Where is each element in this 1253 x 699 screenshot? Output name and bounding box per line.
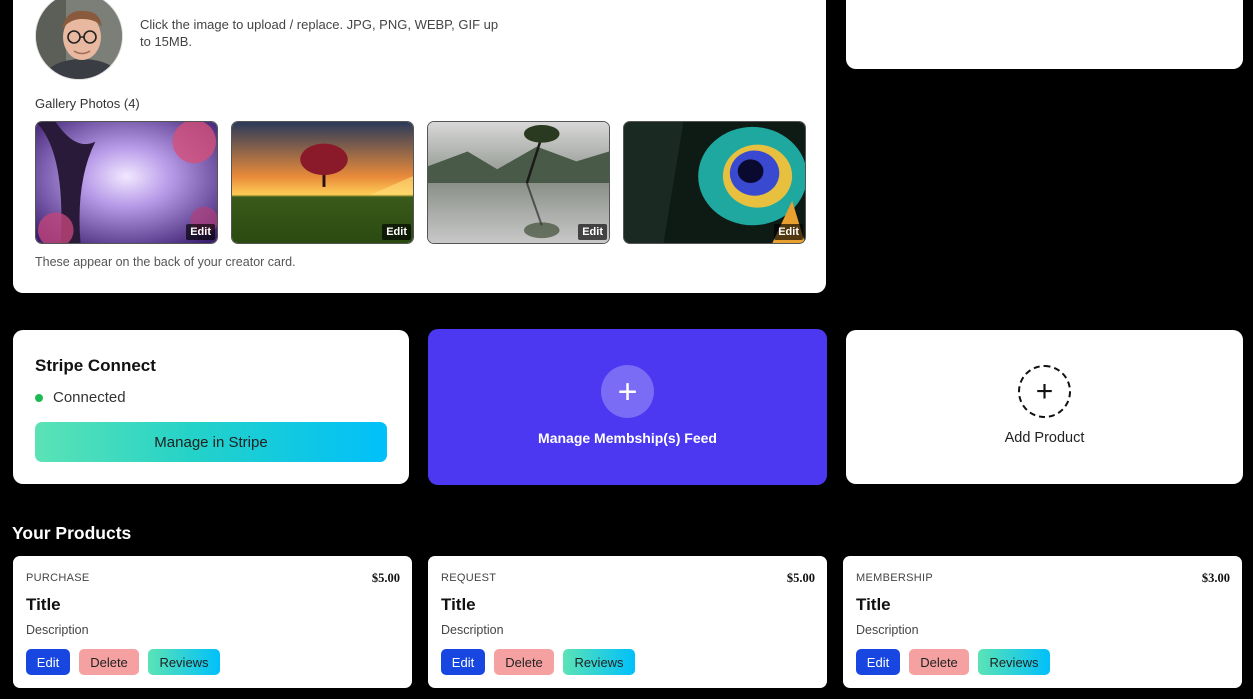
- product-price: $5.00: [786, 571, 815, 585]
- stripe-title: Stripe Connect: [35, 356, 156, 375]
- product-actions: Edit Delete Reviews: [26, 649, 220, 675]
- add-product-label: Add Product: [1004, 430, 1085, 446]
- reviews-button[interactable]: Reviews: [563, 649, 635, 675]
- gallery-edit-button[interactable]: Edit: [774, 224, 803, 240]
- stripe-connect-card: Stripe Connect Connected Manage in Strip…: [13, 330, 409, 484]
- product-price: $5.00: [371, 571, 400, 585]
- product-title: Title: [26, 595, 61, 614]
- gallery-edit-button[interactable]: Edit: [186, 224, 215, 240]
- status-text: Connected: [53, 389, 126, 406]
- gallery-title: Gallery Photos (4): [35, 96, 140, 111]
- product-actions: Edit Delete Reviews: [856, 649, 1050, 675]
- product-type: REQUEST: [441, 572, 497, 584]
- product-description: Description: [26, 623, 89, 637]
- delete-product-button[interactable]: Delete: [79, 649, 139, 675]
- manage-membership-label: Manage Membship(s) Feed: [538, 430, 717, 446]
- gallery-photo-fantasy-forest[interactable]: Edit: [35, 121, 218, 244]
- gallery-note: These appear on the back of your creator…: [35, 255, 296, 269]
- product-description: Description: [856, 623, 919, 637]
- product-card: MEMBERSHIP $3.00 Title Description Edit …: [843, 556, 1242, 688]
- product-card: PURCHASE $5.00 Title Description Edit De…: [13, 556, 412, 688]
- gallery-photo-lake-tree[interactable]: Edit: [427, 121, 610, 244]
- product-title: Title: [856, 595, 891, 614]
- manage-in-stripe-button[interactable]: Manage in Stripe: [35, 422, 387, 462]
- product-card: REQUEST $5.00 Title Description Edit Del…: [428, 556, 827, 688]
- product-description: Description: [441, 623, 504, 637]
- product-type: MEMBERSHIP: [856, 572, 933, 584]
- manage-membership-feed-card[interactable]: + Manage Membship(s) Feed: [428, 329, 827, 485]
- side-card: [846, 0, 1243, 69]
- gallery-edit-button[interactable]: Edit: [382, 224, 411, 240]
- delete-product-button[interactable]: Delete: [909, 649, 969, 675]
- gallery-edit-button[interactable]: Edit: [578, 224, 607, 240]
- plus-icon: +: [601, 365, 654, 418]
- add-product-card[interactable]: + Add Product: [846, 330, 1243, 484]
- gallery-photo-peacock-feather[interactable]: Edit: [623, 121, 806, 244]
- plus-circle-dashed-icon: +: [1018, 365, 1071, 418]
- products-section-title: Your Products: [12, 523, 132, 543]
- edit-product-button[interactable]: Edit: [856, 649, 900, 675]
- edit-product-button[interactable]: Edit: [441, 649, 485, 675]
- product-price: $3.00: [1201, 571, 1230, 585]
- product-title: Title: [441, 595, 476, 614]
- connection-status: Connected: [35, 389, 126, 406]
- profile-media-card: Click the image to upload / replace. JPG…: [13, 0, 826, 293]
- avatar-image: [36, 0, 122, 79]
- profile-avatar-upload[interactable]: [35, 0, 123, 80]
- gallery-grid: Edit Edit Edit Edit: [35, 121, 806, 244]
- status-dot-icon: [35, 393, 43, 402]
- product-type: PURCHASE: [26, 572, 90, 584]
- reviews-button[interactable]: Reviews: [978, 649, 1050, 675]
- upload-hint-text: Click the image to upload / replace. JPG…: [140, 17, 499, 49]
- reviews-button[interactable]: Reviews: [148, 649, 220, 675]
- gallery-photo-sunset-tree[interactable]: Edit: [231, 121, 414, 244]
- product-actions: Edit Delete Reviews: [441, 649, 635, 675]
- delete-product-button[interactable]: Delete: [494, 649, 554, 675]
- edit-product-button[interactable]: Edit: [26, 649, 70, 675]
